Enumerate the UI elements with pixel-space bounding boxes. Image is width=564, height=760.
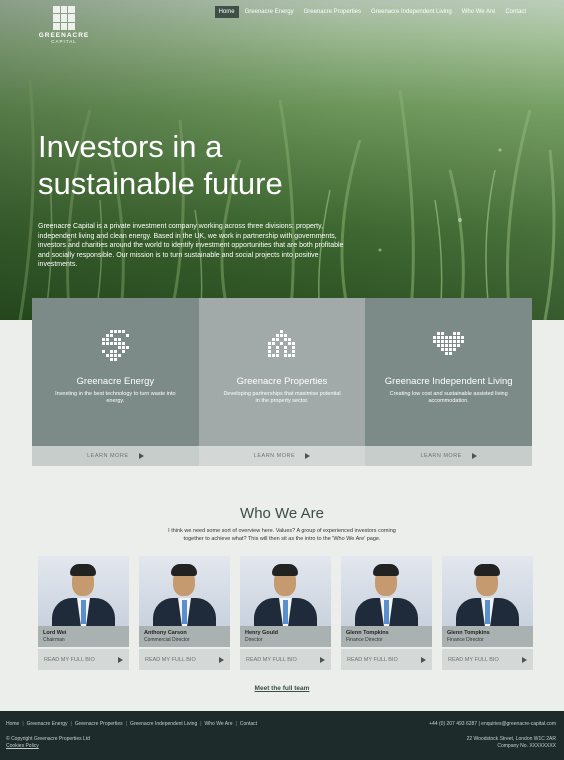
site-footer: Home | Greenacre Energy | Greenacre Proper… — [0, 711, 564, 760]
play-arrow-icon — [305, 453, 311, 459]
footer-link-contact[interactable]: Contact — [240, 721, 257, 727]
play-arrow-icon — [118, 656, 123, 663]
member-role: Commercial Director — [144, 637, 190, 643]
house-icon — [268, 330, 295, 357]
member-role: Chairman — [43, 637, 65, 643]
member-photo — [139, 556, 230, 626]
learn-more-button[interactable]: LEARN MORE — [365, 446, 533, 466]
card-title: Greenacre Properties — [236, 376, 328, 387]
nav-independent-living[interactable]: Greenacre Independent Living — [367, 6, 456, 18]
copyright: © Copyright Greenacre Properties Ltd — [6, 736, 91, 742]
team-member: Glenn Tompkins Finance Director READ MY F… — [341, 556, 432, 670]
card-energy[interactable]: Greenacre Energy Investing in the best t… — [32, 298, 199, 466]
member-name: Lord Wei — [43, 630, 67, 636]
footer-nav: Home | Greenacre Energy | Greenacre Proper… — [6, 721, 258, 727]
read-bio-button[interactable]: READ MY FULL BIO — [38, 649, 129, 670]
hero-banner: GREENACRE CAPITAL Home Greenacre Energy … — [0, 0, 564, 320]
read-bio-button[interactable]: READ MY FULL BIO — [442, 649, 533, 670]
team-member: Henry Gould Director READ MY FULL BIO — [240, 556, 331, 670]
card-desc: Creating low cost and sustainable assist… — [389, 391, 508, 404]
card-title: Greenacre Energy — [76, 376, 155, 387]
logo-name: GREENACRE — [38, 32, 90, 39]
member-photo — [442, 556, 533, 626]
heart-icon — [432, 332, 464, 355]
meet-team-link[interactable]: Meet the full team — [0, 685, 564, 692]
play-arrow-icon — [138, 453, 144, 459]
member-name: Glenn Tompkins — [447, 630, 490, 636]
team-member: Lord Wei Chairman READ MY FULL BIO — [38, 556, 129, 670]
play-arrow-icon — [320, 656, 325, 663]
footer-link-independent-living[interactable]: Greenacre Independent Living — [130, 721, 197, 727]
logo-grid-icon — [53, 6, 75, 30]
who-we-are-intro: I think we need some sort of overview he… — [168, 528, 396, 542]
member-role: Finance Director — [346, 637, 383, 643]
main-nav: Home Greenacre Energy Greenacre Properti… — [214, 6, 530, 18]
card-independent-living[interactable]: Greenacre Independent Living Creating lo… — [365, 298, 533, 466]
card-title: Greenacre Independent Living — [384, 376, 513, 387]
learn-more-button[interactable]: LEARN MORE — [32, 446, 199, 466]
who-we-are-title: Who We Are — [240, 505, 324, 522]
team-member: Glenn Tompkins Finance Director READ MY F… — [442, 556, 533, 670]
nav-who-we-are[interactable]: Who We Are — [458, 6, 500, 18]
member-role: Finance Director — [447, 637, 484, 643]
footer-link-properties[interactable]: Greenacre Properties — [75, 721, 123, 727]
division-cards: Greenacre Energy Investing in the best t… — [32, 298, 533, 466]
nav-contact[interactable]: Contact — [501, 6, 530, 18]
member-name: Anthony Carson — [144, 630, 187, 636]
site-logo[interactable]: GREENACRE CAPITAL — [38, 6, 90, 44]
play-arrow-icon — [219, 656, 224, 663]
team-list: Lord Wei Chairman READ MY FULL BIO Anthon… — [38, 556, 534, 670]
card-properties[interactable]: Greenacre Properties Developing partners… — [198, 298, 366, 466]
member-photo — [38, 556, 129, 626]
member-name: Henry Gould — [245, 630, 279, 636]
member-name: Glenn Tompkins — [346, 630, 389, 636]
read-bio-button[interactable]: READ MY FULL BIO — [139, 649, 230, 670]
footer-link-home[interactable]: Home — [6, 721, 19, 727]
cookies-policy-link[interactable]: Cookies Policy — [6, 743, 39, 749]
nav-home[interactable]: Home — [214, 6, 239, 18]
member-photo — [341, 556, 432, 626]
play-arrow-icon — [522, 656, 527, 663]
footer-address: 22 Woodstock Street, London W1C 2AR Comp… — [466, 736, 556, 749]
footer-link-who-we-are[interactable]: Who We Are — [205, 721, 233, 727]
read-bio-button[interactable]: READ MY FULL BIO — [240, 649, 331, 670]
member-role: Director — [245, 637, 263, 643]
footer-contact[interactable]: +44 (0) 207 493 6287 | enquiries@greenac… — [429, 721, 556, 727]
read-bio-button[interactable]: READ MY FULL BIO — [341, 649, 432, 670]
team-member: Anthony Carson Commercial Director READ M… — [139, 556, 230, 670]
logo-sub: CAPITAL — [51, 39, 77, 44]
footer-link-energy[interactable]: Greenacre Energy — [27, 721, 68, 727]
nav-properties[interactable]: Greenacre Properties — [300, 6, 365, 18]
play-arrow-icon — [421, 656, 426, 663]
learn-more-button[interactable]: LEARN MORE — [198, 446, 366, 466]
hero-title: Investors in a sustainable future — [38, 129, 283, 201]
nav-energy[interactable]: Greenacre Energy — [241, 6, 298, 18]
energy-icon — [102, 330, 130, 361]
card-desc: Investing in the best technology to turn… — [55, 391, 176, 404]
hero-text: Greenacre Capital is a private investmen… — [38, 223, 344, 268]
member-photo — [240, 556, 331, 626]
play-arrow-icon — [471, 453, 477, 459]
card-desc: Developing partnerships that maximise po… — [223, 391, 341, 404]
